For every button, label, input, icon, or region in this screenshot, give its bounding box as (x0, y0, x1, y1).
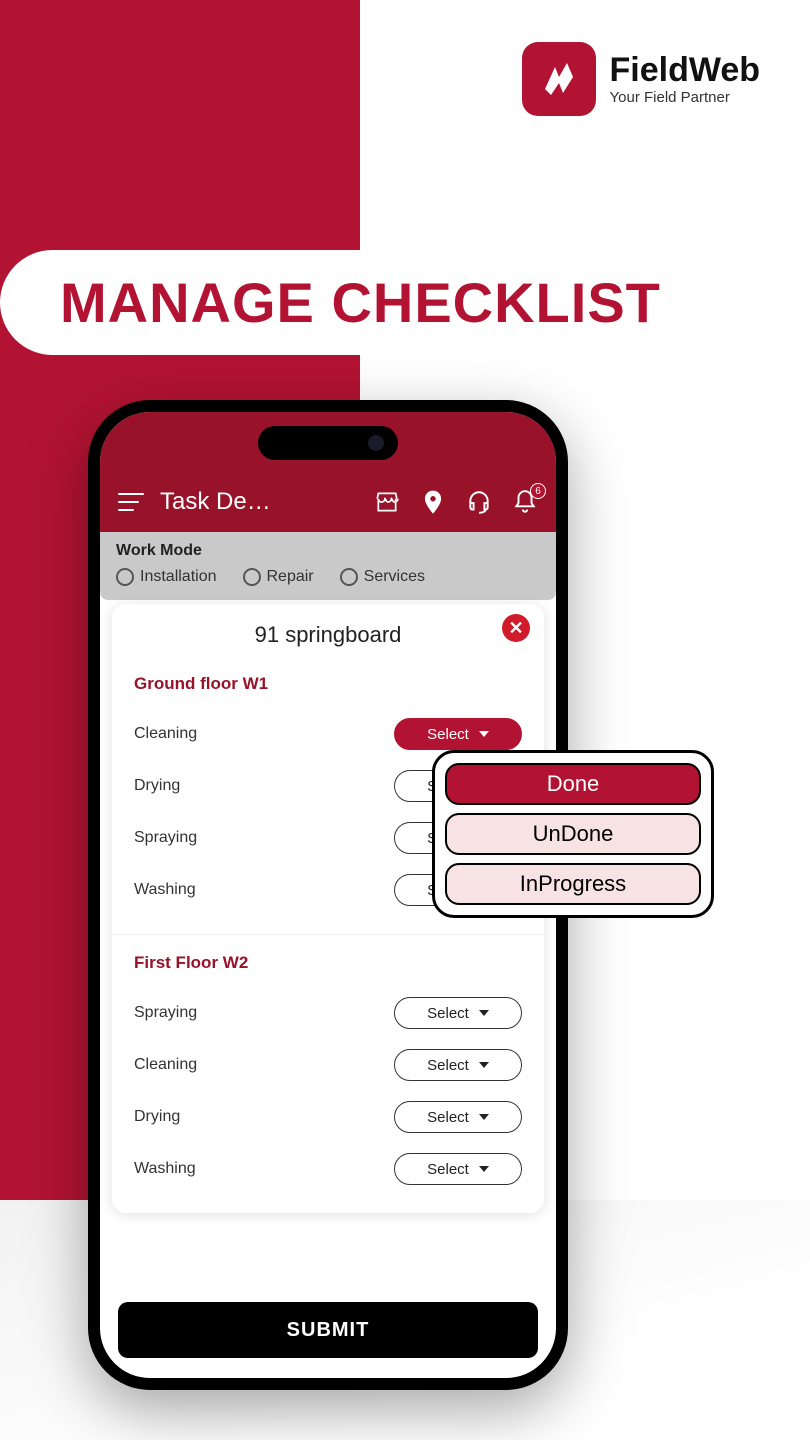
checklist-row: Spraying Select (134, 987, 522, 1039)
notification-badge: 6 (530, 483, 546, 499)
status-select[interactable]: Select (394, 1101, 522, 1133)
section-title: First Floor W2 (134, 953, 522, 973)
row-label: Washing (134, 1160, 196, 1178)
row-label: Spraying (134, 1004, 197, 1022)
select-value: Select (427, 1057, 469, 1074)
menu-icon[interactable] (118, 493, 144, 511)
radio-label: Services (364, 568, 425, 586)
select-value: Select (427, 1005, 469, 1022)
radio-icon (340, 568, 358, 586)
select-value: Select (427, 726, 469, 743)
page-headline: MANAGE CHECKLIST (60, 270, 810, 335)
dropdown-option[interactable]: Done (445, 763, 701, 805)
store-icon[interactable] (374, 489, 400, 515)
headset-icon[interactable] (466, 489, 492, 515)
phone-notch (258, 426, 398, 460)
radio-icon (116, 568, 134, 586)
work-mode-option[interactable]: Repair (243, 568, 314, 586)
row-label: Drying (134, 1108, 180, 1126)
headline-pill: MANAGE CHECKLIST (0, 250, 810, 355)
chevron-down-icon (479, 731, 489, 737)
row-label: Spraying (134, 829, 197, 847)
section-title: Ground floor W1 (134, 674, 522, 694)
radio-label: Installation (140, 568, 217, 586)
status-select[interactable]: Select (394, 1153, 522, 1185)
chevron-down-icon (479, 1114, 489, 1120)
chevron-down-icon (479, 1166, 489, 1172)
checklist-row: Drying Select (134, 1091, 522, 1143)
row-label: Drying (134, 777, 180, 795)
select-value: Select (427, 1109, 469, 1126)
app-title: Task De… (160, 488, 271, 516)
select-value: Select (427, 1161, 469, 1178)
checklist-row: Cleaning Select (134, 1039, 522, 1091)
bell-icon[interactable]: 6 (512, 489, 538, 515)
work-mode-option[interactable]: Services (340, 568, 425, 586)
checklist-section: First Floor W2 Spraying Select Cleaning Sele… (112, 934, 544, 1207)
status-select[interactable]: Select (394, 718, 522, 750)
location-pin-icon[interactable] (420, 489, 446, 515)
chevron-down-icon (479, 1062, 489, 1068)
modal-title: 91 springboard (112, 622, 544, 648)
chevron-down-icon (479, 1010, 489, 1016)
work-mode-option[interactable]: Installation (116, 568, 217, 586)
brand-badge-icon (522, 42, 596, 116)
status-select[interactable]: Select (394, 997, 522, 1029)
row-label: Cleaning (134, 1056, 197, 1074)
status-select[interactable]: Select (394, 1049, 522, 1081)
row-label: Cleaning (134, 725, 197, 743)
brand-tagline: Your Field Partner (610, 89, 761, 106)
radio-icon (243, 568, 261, 586)
dropdown-option[interactable]: InProgress (445, 863, 701, 905)
dropdown-option[interactable]: UnDone (445, 813, 701, 855)
row-label: Washing (134, 881, 196, 899)
brand-logo-block: FieldWeb Your Field Partner (522, 42, 761, 116)
close-icon[interactable]: ✕ (502, 614, 530, 642)
work-mode-label: Work Mode (116, 542, 540, 560)
status-dropdown-popover: Done UnDone InProgress (432, 750, 714, 918)
checklist-row: Washing Select (134, 1143, 522, 1195)
brand-name: FieldWeb (610, 53, 761, 87)
submit-button[interactable]: SUBMIT (118, 1302, 538, 1358)
radio-label: Repair (267, 568, 314, 586)
work-mode-bar: Work Mode Installation Repair Services (100, 532, 556, 600)
